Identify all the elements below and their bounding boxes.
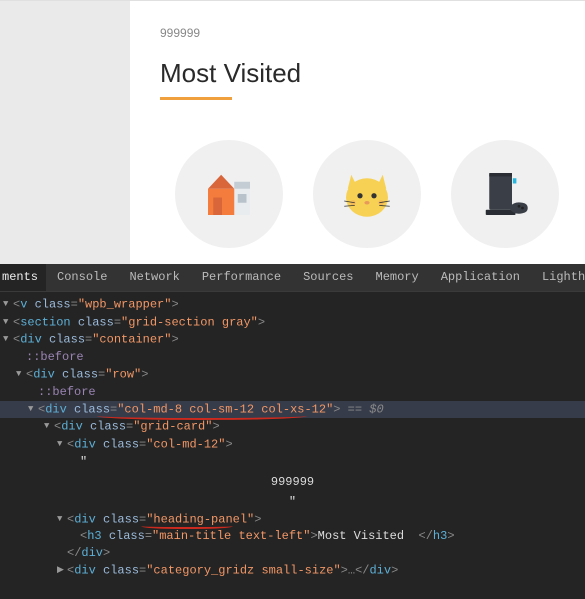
dom-line[interactable]: ::before	[0, 384, 585, 401]
devtools-tab-application[interactable]: Application	[430, 264, 531, 291]
house-icon	[201, 166, 257, 222]
dom-line[interactable]: <div class="category_gridz small-size">……	[0, 562, 585, 580]
dom-line[interactable]: </div>	[0, 545, 585, 562]
dom-line[interactable]: <div class="col-md-8 col-sm-12 col-xs-12…	[0, 401, 585, 419]
page-title: Most Visited	[160, 58, 585, 89]
dom-line[interactable]: 999999	[0, 471, 585, 494]
expander-icon[interactable]	[44, 418, 54, 435]
dom-line[interactable]: <div class="container">	[0, 331, 585, 349]
dom-line[interactable]: <div class="grid-card">	[0, 418, 585, 436]
dom-line[interactable]: "	[0, 454, 585, 471]
dom-line[interactable]: <h3 class="main-title text-left">Most Vi…	[0, 528, 585, 545]
dom-tree[interactable]: <v class="wpb_wrapper"><section class="g…	[0, 292, 585, 580]
expander-icon[interactable]	[16, 366, 26, 383]
devtools-tabs: mentsConsoleNetworkPerformanceSourcesMem…	[0, 264, 585, 292]
dom-line[interactable]: <div class="row">	[0, 366, 585, 384]
expander-icon[interactable]	[3, 296, 13, 313]
dom-line[interactable]: <div class="heading-panel">	[0, 511, 585, 529]
number-text: 999999	[160, 26, 585, 40]
devtools-tab-sources[interactable]: Sources	[292, 264, 364, 291]
expander-icon[interactable]	[3, 314, 13, 331]
dom-line[interactable]: <div class="col-md-12">	[0, 436, 585, 454]
dom-line[interactable]: <section class="grid-section gray">	[0, 314, 585, 332]
expander-icon[interactable]	[28, 401, 38, 418]
dom-line[interactable]: ::before	[0, 349, 585, 366]
title-underline	[160, 97, 232, 100]
card-cat[interactable]	[313, 140, 421, 248]
category-cards	[160, 140, 585, 248]
page-content: 999999 Most Visited	[130, 0, 585, 264]
devtools-tab-ments[interactable]: ments	[0, 264, 46, 291]
devtools-panel: mentsConsoleNetworkPerformanceSourcesMem…	[0, 264, 585, 599]
dom-line[interactable]: <v class="wpb_wrapper">	[0, 296, 585, 314]
console-icon	[477, 166, 533, 222]
devtools-tab-console[interactable]: Console	[46, 264, 118, 291]
card-console[interactable]	[451, 140, 559, 248]
devtools-tab-network[interactable]: Network	[118, 264, 190, 291]
card-house[interactable]	[175, 140, 283, 248]
devtools-tab-lighthouse[interactable]: Lighthouse	[531, 264, 585, 291]
expander-icon[interactable]	[57, 511, 67, 528]
dom-line[interactable]: "	[0, 494, 585, 511]
expander-icon[interactable]	[57, 436, 67, 453]
devtools-tab-memory[interactable]: Memory	[365, 264, 430, 291]
cat-icon	[339, 166, 395, 222]
page-sidebar	[0, 0, 130, 264]
expander-icon[interactable]	[3, 331, 13, 348]
page-preview: 999999 Most Visited	[0, 0, 585, 264]
expander-icon[interactable]	[57, 562, 67, 579]
devtools-tab-performance[interactable]: Performance	[191, 264, 292, 291]
